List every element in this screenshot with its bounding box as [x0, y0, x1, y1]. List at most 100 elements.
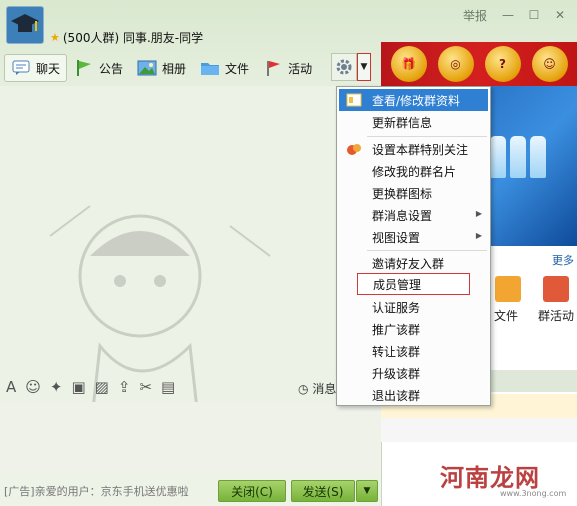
- star-icon: ★: [50, 31, 60, 44]
- menu-item-label: 修改我的群名片: [372, 164, 457, 179]
- chevron-down-icon: ▼: [363, 486, 371, 496]
- ad-banner[interactable]: 🎁 ◎ ? ☺: [381, 42, 577, 86]
- gift-icon: 🎁: [390, 46, 427, 82]
- album-icon: [137, 59, 157, 77]
- site-watermark: 河南龙网: [440, 464, 540, 492]
- gold-ingot-icon: ◎: [437, 46, 474, 82]
- product-bottles: [490, 136, 546, 178]
- minimize-icon[interactable]: —: [497, 6, 519, 24]
- tab-album-label: 相册: [162, 61, 187, 76]
- menu-item-label: 邀请好友入群: [372, 256, 445, 271]
- menu-item-certification[interactable]: 认证服务: [339, 296, 488, 318]
- image-icon[interactable]: ▨: [95, 378, 109, 396]
- menu-item-view-settings[interactable]: 视图设置 ▶: [339, 226, 488, 248]
- font-icon[interactable]: A: [6, 378, 16, 396]
- tab-notice[interactable]: 公告: [67, 54, 130, 82]
- close-icon[interactable]: ✕: [549, 6, 571, 24]
- group-title: ★ (500人群) 同事.朋友-同学: [50, 29, 203, 46]
- menu-item-quit[interactable]: 退出该群: [339, 384, 488, 406]
- send-options-button[interactable]: ▼: [356, 480, 378, 502]
- main-toolbar: 聊天 公告 相册 文件 活动: [4, 52, 319, 84]
- menu-item-label: 更换群图标: [372, 186, 433, 201]
- tab-notice-label: 公告: [99, 61, 124, 76]
- gear-icon: [336, 59, 352, 75]
- more-link[interactable]: 更多: [552, 252, 574, 268]
- send-button-label: 发送(S): [302, 484, 344, 499]
- graduation-cap-icon: [11, 14, 39, 32]
- tab-events-label: 活动: [288, 61, 313, 76]
- close-button-label: 关闭(C): [231, 484, 273, 499]
- tab-chat-label: 聊天: [36, 61, 61, 76]
- menu-item-label: 退出该群: [372, 388, 421, 403]
- group-chat-window: ★ (500人群) 同事.朋友-同学 举报 — ☐ ✕ 聊天 公告 相册 文件 …: [0, 0, 577, 506]
- follow-icon: [347, 144, 361, 155]
- flag-icon: [74, 59, 94, 77]
- gift-icon[interactable]: ▣: [71, 378, 85, 396]
- chevron-down-icon: ▼: [360, 62, 368, 72]
- maximize-icon[interactable]: ☐: [523, 6, 545, 24]
- chat-icon: [11, 59, 31, 77]
- menu-item-label: 查看/修改群资料: [372, 93, 461, 108]
- menu-item-invite-friends[interactable]: 邀请好友入群: [339, 252, 488, 274]
- sticker-icon[interactable]: ▤: [161, 378, 175, 396]
- emoji-icon[interactable]: ☺: [25, 378, 41, 396]
- event-flag-icon: [263, 59, 283, 77]
- fortune-god-icon: ☺: [531, 46, 568, 82]
- footer-ad-text[interactable]: [广告]亲爱的用户：京东手机送优惠啦: [4, 483, 189, 499]
- close-button[interactable]: 关闭(C): [218, 480, 286, 502]
- magic-wand-icon[interactable]: ✦: [50, 378, 63, 396]
- settings-dropdown-button[interactable]: ▼: [357, 53, 371, 81]
- menu-item-label: 升级该群: [372, 366, 421, 381]
- group-event-app-label: 群活动: [538, 309, 575, 323]
- menu-item-refresh-info[interactable]: 更新群信息: [339, 111, 488, 133]
- submenu-arrow-icon: ▶: [475, 209, 482, 218]
- chat-history[interactable]: [0, 86, 381, 438]
- tab-files-label: 文件: [225, 61, 250, 76]
- group-name: (500人群) 同事.朋友-同学: [62, 31, 204, 45]
- tab-events[interactable]: 活动: [256, 54, 319, 82]
- send-button[interactable]: 发送(S): [291, 480, 355, 502]
- group-event-app-icon[interactable]: [543, 276, 569, 302]
- site-url: www.3nong.com: [500, 489, 567, 498]
- menu-item-label: 推广该群: [372, 322, 421, 337]
- report-link[interactable]: 举报: [463, 7, 487, 24]
- menu-separator: [367, 250, 487, 251]
- member-row[interactable]: [381, 418, 577, 442]
- menu-item-promote[interactable]: 推广该群: [339, 318, 488, 340]
- menu-item-transfer[interactable]: 转让该群: [339, 340, 488, 362]
- menu-item-view-edit-profile[interactable]: 查看/修改群资料: [339, 89, 488, 111]
- upload-icon[interactable]: ⇪: [118, 378, 131, 396]
- files-app-icon[interactable]: [495, 276, 521, 302]
- message-record-button[interactable]: ◷ 消息: [298, 380, 336, 397]
- menu-item-label: 群消息设置: [372, 208, 433, 223]
- window-controls: 举报 — ☐ ✕: [463, 6, 571, 24]
- clock-icon: ◷: [298, 382, 309, 396]
- menu-item-label: 认证服务: [372, 300, 421, 315]
- menu-item-message-settings[interactable]: 群消息设置 ▶: [339, 204, 488, 226]
- message-input[interactable]: [0, 402, 381, 474]
- tab-album[interactable]: 相册: [130, 54, 193, 82]
- tab-files[interactable]: 文件: [193, 54, 256, 82]
- menu-item-change-icon[interactable]: 更换群图标: [339, 182, 488, 204]
- profile-card-icon: [346, 93, 362, 107]
- folder-icon: [200, 59, 220, 77]
- menu-item-label: 设置本群特别关注: [372, 142, 469, 157]
- menu-item-label: 更新群信息: [372, 115, 433, 130]
- menu-item-label: 转让该群: [372, 344, 421, 359]
- menu-item-member-management[interactable]: 成员管理: [357, 273, 470, 295]
- tab-chat[interactable]: 聊天: [4, 54, 68, 82]
- menu-item-special-follow[interactable]: 设置本群特别关注: [339, 138, 488, 160]
- menu-item-upgrade[interactable]: 升级该群: [339, 362, 488, 384]
- submenu-arrow-icon: ▶: [475, 231, 482, 240]
- screenshot-scissors-icon[interactable]: ✂: [139, 378, 152, 396]
- group-avatar[interactable]: [6, 6, 44, 44]
- menu-separator: [367, 136, 487, 137]
- settings-control: ▼: [331, 52, 375, 82]
- message-record-label: 消息: [312, 382, 337, 396]
- files-app-label: 文件: [494, 309, 519, 323]
- menu-item-edit-card[interactable]: 修改我的群名片: [339, 160, 488, 182]
- menu-item-label: 成员管理: [373, 277, 422, 292]
- settings-button[interactable]: [331, 53, 357, 81]
- group-settings-menu: 查看/修改群资料 更新群信息 设置本群特别关注 修改我的群名片 更换群图标 群消…: [336, 86, 491, 406]
- question-icon: ?: [484, 46, 521, 82]
